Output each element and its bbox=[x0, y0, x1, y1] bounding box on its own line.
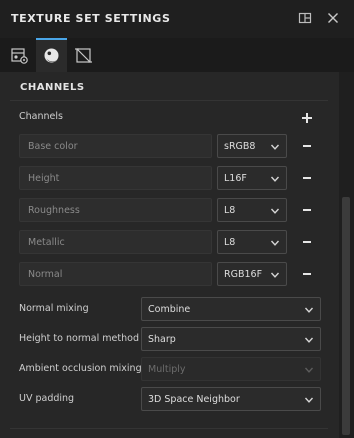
bottom-divider bbox=[10, 428, 328, 429]
chevron-down-icon bbox=[304, 305, 314, 315]
channel-name-field: Normal bbox=[19, 262, 212, 286]
chevron-down-icon bbox=[304, 335, 314, 345]
section-divider bbox=[10, 100, 328, 101]
channel-name-field: Metallic bbox=[19, 230, 212, 254]
remove-channel-icon[interactable] bbox=[300, 267, 314, 281]
remove-channel-icon[interactable] bbox=[300, 203, 314, 217]
uv-padding-label: UV padding bbox=[19, 393, 75, 404]
panel-title: TEXTURE SET SETTINGS bbox=[11, 12, 171, 25]
texture-set-settings-icon bbox=[11, 48, 28, 64]
channel-format-select[interactable]: L16F bbox=[217, 166, 287, 190]
channel-name: Height bbox=[28, 173, 60, 184]
remove-channel-icon[interactable] bbox=[300, 171, 314, 185]
dock-panel-icon[interactable] bbox=[297, 10, 313, 26]
vertical-scrollbar[interactable] bbox=[339, 72, 354, 438]
channel-format-select[interactable]: L8 bbox=[217, 230, 287, 254]
channel-name: Normal bbox=[28, 269, 63, 280]
normal-mixing-select[interactable]: Combine bbox=[141, 297, 321, 321]
channel-name: Roughness bbox=[28, 205, 80, 216]
tab-texture-set-settings[interactable] bbox=[4, 38, 35, 72]
chevron-down-icon bbox=[270, 270, 280, 280]
channel-format-value: L8 bbox=[224, 205, 236, 216]
chevron-down-icon bbox=[270, 142, 280, 152]
tab-bar bbox=[0, 38, 354, 72]
channel-name-field: Roughness bbox=[19, 198, 212, 222]
chevron-down-icon bbox=[270, 238, 280, 248]
height-to-normal-value: Sharp bbox=[148, 334, 176, 345]
ao-mixing-select: Multiply bbox=[141, 357, 321, 381]
channels-label: Channels bbox=[19, 111, 63, 122]
uv-padding-value: 3D Space Neighbor bbox=[148, 394, 240, 405]
chevron-down-icon bbox=[270, 174, 280, 184]
panel-content bbox=[0, 72, 339, 438]
channel-name: Base color bbox=[28, 141, 78, 152]
chevron-down-icon bbox=[304, 365, 314, 375]
normal-mixing-label: Normal mixing bbox=[19, 303, 89, 314]
height-to-normal-select[interactable]: Sharp bbox=[141, 327, 321, 351]
material-sphere-icon bbox=[44, 48, 59, 63]
add-channel-icon[interactable] bbox=[300, 111, 314, 125]
ao-mixing-value: Multiply bbox=[148, 364, 186, 375]
channel-name-field: Base color bbox=[19, 134, 212, 158]
channel-format-value: RGB16F bbox=[224, 269, 263, 280]
scrollbar-thumb[interactable] bbox=[342, 197, 350, 435]
tab-material[interactable] bbox=[36, 38, 67, 72]
channel-format-select[interactable]: L8 bbox=[217, 198, 287, 222]
channel-format-value: L16F bbox=[224, 173, 247, 184]
normal-mixing-value: Combine bbox=[148, 304, 191, 315]
channel-name: Metallic bbox=[28, 237, 65, 248]
uv-padding-select[interactable]: 3D Space Neighbor bbox=[141, 387, 321, 411]
chevron-down-icon bbox=[270, 206, 280, 216]
chevron-down-icon bbox=[304, 395, 314, 405]
remove-channel-icon[interactable] bbox=[300, 235, 314, 249]
ao-mixing-label: Ambient occlusion mixing bbox=[19, 363, 142, 374]
channel-format-value: sRGB8 bbox=[224, 141, 256, 152]
remove-channel-icon[interactable] bbox=[300, 139, 314, 153]
channel-format-value: L8 bbox=[224, 237, 236, 248]
mesh-geometry-icon bbox=[75, 48, 92, 63]
tab-mesh[interactable] bbox=[68, 38, 99, 72]
channel-name-field: Height bbox=[19, 166, 212, 190]
panel-header: TEXTURE SET SETTINGS bbox=[0, 0, 354, 39]
channel-format-select[interactable]: RGB16F bbox=[217, 262, 287, 286]
channels-section-title: CHANNELS bbox=[20, 82, 85, 93]
height-to-normal-label: Height to normal method bbox=[19, 333, 139, 344]
channel-format-select[interactable]: sRGB8 bbox=[217, 134, 287, 158]
close-icon[interactable] bbox=[325, 10, 341, 26]
